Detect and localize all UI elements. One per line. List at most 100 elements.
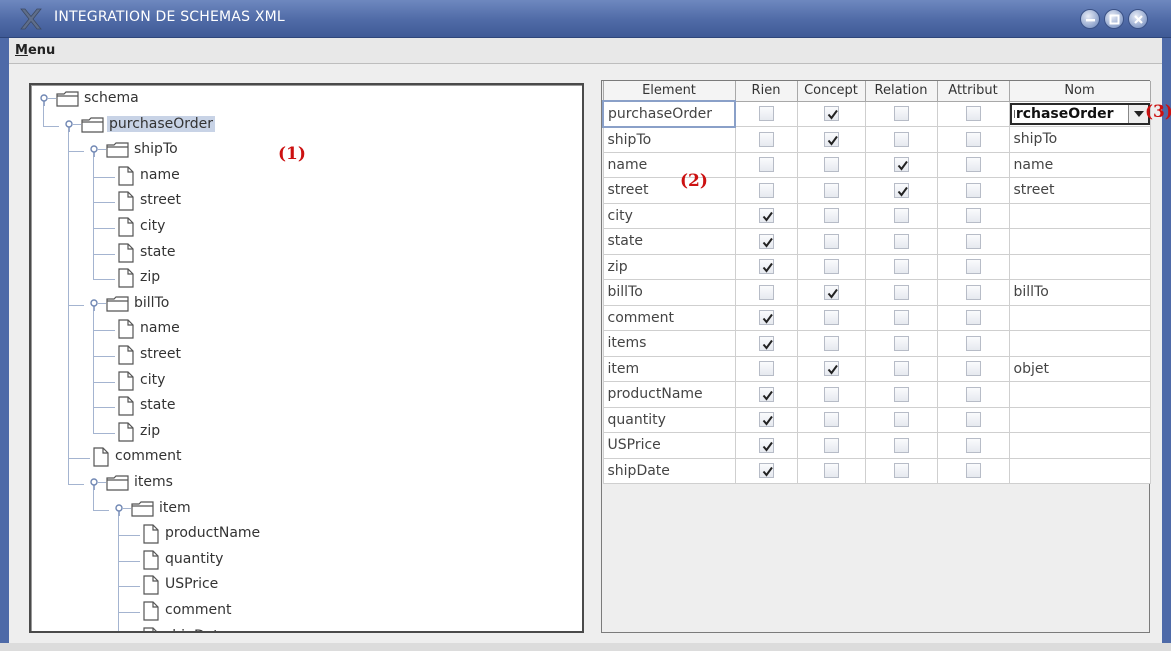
element-cell[interactable]: zip xyxy=(602,253,736,280)
relation-checkbox[interactable] xyxy=(893,463,909,479)
rien-checkbox[interactable] xyxy=(758,437,774,453)
attribut-checkbox[interactable] xyxy=(965,386,981,402)
rien-checkbox[interactable] xyxy=(758,106,774,122)
relation-checkbox[interactable] xyxy=(893,182,909,198)
tree-node-item[interactable]: item xyxy=(31,498,571,520)
table-row[interactable]: billTo billTo xyxy=(602,279,1151,306)
nom-cell[interactable]: purchaseOrder xyxy=(1008,100,1151,127)
concept-checkbox[interactable] xyxy=(823,131,839,147)
rien-checkbox[interactable] xyxy=(758,233,774,249)
mapping-table-panel[interactable]: Element Rien Concept Relation Attribut N… xyxy=(601,80,1151,633)
nom-cell[interactable] xyxy=(1008,304,1151,331)
attribut-checkbox[interactable] xyxy=(965,412,981,428)
table-row[interactable]: shipTo shipTo xyxy=(602,126,1151,153)
element-cell[interactable]: street xyxy=(602,177,736,204)
relation-checkbox[interactable] xyxy=(893,335,909,351)
rien-checkbox[interactable] xyxy=(758,412,774,428)
concept-checkbox[interactable] xyxy=(823,412,839,428)
tree-node-shipdate[interactable]: shipDate xyxy=(31,626,571,631)
tree-node-zip[interactable]: zip xyxy=(31,267,571,289)
nom-cell[interactable]: name xyxy=(1008,151,1151,178)
concept-checkbox[interactable] xyxy=(823,361,839,377)
tree-node-items[interactable]: items xyxy=(31,472,571,494)
tree-toggle-icon[interactable] xyxy=(89,478,99,490)
relation-checkbox[interactable] xyxy=(893,412,909,428)
rien-checkbox[interactable] xyxy=(758,259,774,275)
relation-checkbox[interactable] xyxy=(893,386,909,402)
nom-cell[interactable]: objet xyxy=(1008,355,1151,382)
attribut-checkbox[interactable] xyxy=(965,335,981,351)
nom-cell[interactable] xyxy=(1008,432,1151,459)
relation-checkbox[interactable] xyxy=(893,437,909,453)
nom-cell[interactable] xyxy=(1008,202,1151,229)
relation-checkbox[interactable] xyxy=(893,310,909,326)
table-row[interactable]: productName xyxy=(602,381,1151,408)
nom-cell[interactable] xyxy=(1008,457,1151,484)
minimize-button[interactable] xyxy=(1080,9,1100,29)
attribut-checkbox[interactable] xyxy=(965,131,981,147)
relation-checkbox[interactable] xyxy=(893,157,909,173)
concept-checkbox[interactable] xyxy=(823,182,839,198)
table-row[interactable]: quantity xyxy=(602,406,1151,433)
element-cell[interactable]: shipDate xyxy=(602,457,736,484)
rien-checkbox[interactable] xyxy=(758,157,774,173)
tree-toggle-icon[interactable] xyxy=(39,94,49,106)
concept-checkbox[interactable] xyxy=(823,106,839,122)
attribut-checkbox[interactable] xyxy=(965,437,981,453)
column-header-nom[interactable]: Nom xyxy=(1008,81,1151,102)
element-cell[interactable]: quantity xyxy=(602,406,736,433)
element-cell[interactable]: item xyxy=(602,355,736,382)
tree-node-schema[interactable]: schema xyxy=(31,88,571,110)
rien-checkbox[interactable] xyxy=(758,386,774,402)
concept-checkbox[interactable] xyxy=(823,284,839,300)
schema-tree-panel[interactable]: schema purchaseOrder shipTo name street city s… xyxy=(29,83,584,633)
attribut-checkbox[interactable] xyxy=(965,284,981,300)
rien-checkbox[interactable] xyxy=(758,361,774,377)
maximize-button[interactable] xyxy=(1104,9,1124,29)
element-cell[interactable]: comment xyxy=(602,304,736,331)
concept-checkbox[interactable] xyxy=(823,157,839,173)
attribut-checkbox[interactable] xyxy=(965,361,981,377)
relation-checkbox[interactable] xyxy=(893,131,909,147)
table-row[interactable]: item objet xyxy=(602,355,1151,382)
element-cell[interactable]: purchaseOrder xyxy=(602,100,736,128)
element-cell[interactable]: billTo xyxy=(602,279,736,306)
menu-item-menu[interactable]: Menu xyxy=(15,43,55,58)
nom-cell[interactable]: shipTo xyxy=(1008,126,1151,153)
rien-checkbox[interactable] xyxy=(758,131,774,147)
table-row[interactable]: purchaseOrder purchaseOrder xyxy=(602,100,1151,128)
concept-checkbox[interactable] xyxy=(823,208,839,224)
nom-cell[interactable] xyxy=(1008,253,1151,280)
relation-checkbox[interactable] xyxy=(893,284,909,300)
relation-checkbox[interactable] xyxy=(893,106,909,122)
table-row[interactable]: zip xyxy=(602,253,1151,280)
tree-toggle-icon[interactable] xyxy=(64,119,74,132)
rien-checkbox[interactable] xyxy=(758,208,774,224)
relation-checkbox[interactable] xyxy=(893,233,909,249)
nom-combobox[interactable]: purchaseOrder xyxy=(1009,102,1150,125)
tree-node-comment[interactable]: comment xyxy=(31,446,571,468)
nom-cell[interactable] xyxy=(1008,381,1151,408)
column-header-concept[interactable]: Concept xyxy=(796,81,866,102)
close-button[interactable] xyxy=(1128,9,1148,29)
element-cell[interactable]: name xyxy=(602,151,736,178)
column-header-attribut[interactable]: Attribut xyxy=(936,81,1010,102)
nom-cell[interactable]: billTo xyxy=(1008,279,1151,306)
attribut-checkbox[interactable] xyxy=(965,182,981,198)
concept-checkbox[interactable] xyxy=(823,259,839,275)
tree-node-state[interactable]: state xyxy=(31,395,571,417)
table-row[interactable]: shipDate xyxy=(602,457,1151,484)
table-row[interactable]: USPrice xyxy=(602,432,1151,459)
tree-node-name[interactable]: name xyxy=(31,165,571,187)
attribut-checkbox[interactable] xyxy=(965,208,981,224)
nom-cell[interactable] xyxy=(1008,406,1151,433)
table-row[interactable]: state xyxy=(602,228,1151,255)
column-header-rien[interactable]: Rien xyxy=(734,81,798,102)
tree-node-quantity[interactable]: quantity xyxy=(31,549,571,571)
concept-checkbox[interactable] xyxy=(823,463,839,479)
column-header-relation[interactable]: Relation xyxy=(864,81,938,102)
rien-checkbox[interactable] xyxy=(758,310,774,326)
element-cell[interactable]: productName xyxy=(602,381,736,408)
relation-checkbox[interactable] xyxy=(893,259,909,275)
relation-checkbox[interactable] xyxy=(893,361,909,377)
